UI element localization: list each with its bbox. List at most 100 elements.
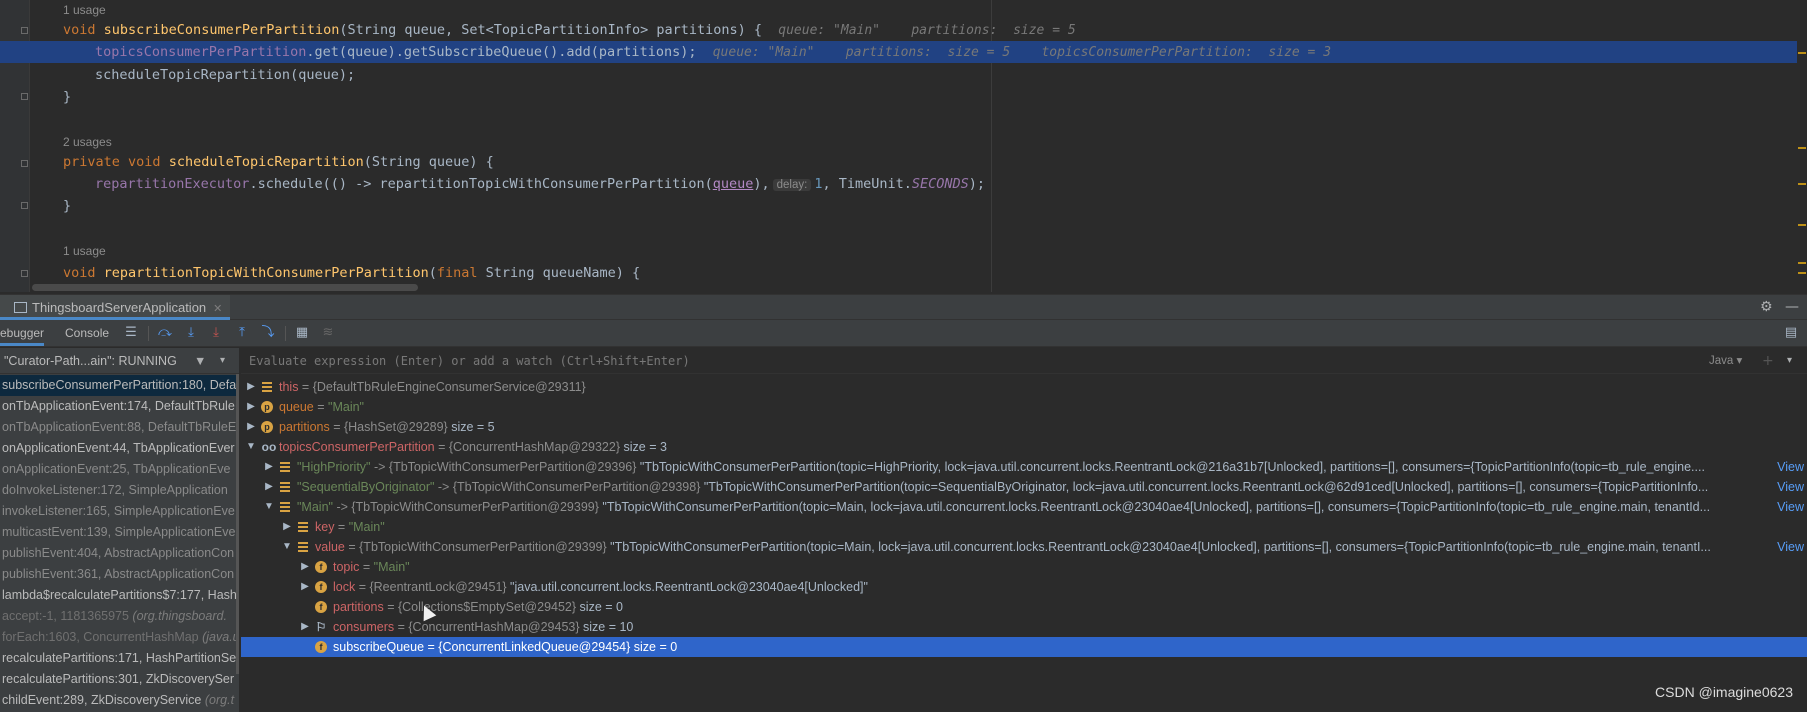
horizontal-scrollbar[interactable] — [32, 284, 418, 291]
view-link[interactable]: View — [1773, 457, 1807, 477]
step-into-icon[interactable]: ⤓ — [182, 324, 200, 342]
variable-node[interactable]: ▶ p partitions = {HashSet@29289} size = 5 — [241, 417, 1807, 437]
variable-text: consumers = {ConcurrentHashMap@29453} si… — [333, 617, 633, 637]
code-editor[interactable]: 1 usage void subscribeConsumerPerPartiti… — [0, 0, 1807, 292]
view-link[interactable]: View — [1773, 497, 1807, 517]
warning-marker[interactable] — [1798, 272, 1806, 274]
tab-debugger[interactable]: ebugger — [0, 320, 45, 346]
usage-hint[interactable]: 1 usage — [63, 1, 106, 19]
stack-frame[interactable]: onApplicationEvent:44, TbApplicationEver — [0, 438, 239, 459]
run-to-cursor-icon[interactable]: ⤵ — [259, 324, 277, 342]
collapse-arrow-icon[interactable]: ▼ — [281, 537, 293, 557]
variable-node[interactable]: ▼ value = {TbTopicWithConsumerPerPartitio… — [241, 537, 1807, 557]
expand-arrow-icon[interactable]: ▶ — [281, 517, 293, 537]
frame-label: childEvent:289, ZkDiscoveryService — [2, 693, 202, 707]
close-icon[interactable]: ✕ — [213, 303, 222, 315]
variable-node[interactable]: f subscribeQueue = {ConcurrentLinkedQueue… — [241, 637, 1807, 657]
code-line[interactable]: repartitionExecutor.schedule(() -> repar… — [0, 173, 1797, 195]
stack-frame[interactable]: forEach:1603, ConcurrentHashMap (java.u — [0, 627, 239, 648]
object-icon — [279, 501, 291, 513]
expand-arrow-icon[interactable]: ▶ — [263, 457, 275, 477]
frames-scrollbar[interactable] — [236, 374, 239, 674]
variable-node[interactable]: ▶ ⚐ consumers = {ConcurrentHashMap@29453} … — [241, 617, 1807, 637]
code-line[interactable]: void repartitionTopicWithConsumerPerPart… — [0, 262, 1797, 284]
filter-icon[interactable]: ▼ — [194, 348, 206, 374]
expand-arrow-icon[interactable]: ▶ — [299, 577, 311, 597]
variables-panel[interactable]: Evaluate expression (Enter) or add a wat… — [241, 348, 1807, 712]
collapse-arrow-icon[interactable]: ▼ — [245, 437, 257, 457]
evaluate-bar[interactable]: Evaluate expression (Enter) or add a wat… — [241, 348, 1807, 374]
stack-frame[interactable]: onTbApplicationEvent:174, DefaultTbRule — [0, 396, 239, 417]
expand-arrow-icon[interactable]: ▶ — [263, 477, 275, 497]
warning-marker[interactable] — [1798, 262, 1806, 264]
evaluate-input[interactable]: Evaluate expression (Enter) or add a wat… — [249, 348, 690, 374]
variable-node[interactable]: ▶ key = "Main" — [241, 517, 1807, 537]
warning-marker[interactable] — [1798, 183, 1806, 185]
variable-name: topic — [333, 560, 360, 574]
menu-icon[interactable]: ☰ — [122, 324, 140, 342]
variable-node[interactable]: ▶ "SequentialByOriginator" -> {TbTopicWit… — [241, 477, 1807, 497]
stack-frame[interactable]: doInvokeListener:172, SimpleApplication — [0, 480, 239, 501]
usage-hint[interactable]: 1 usage — [63, 242, 106, 260]
tab-console[interactable]: Console — [65, 320, 109, 346]
stack-frame[interactable]: subscribeConsumerPerPartition:180, Defa — [0, 375, 239, 396]
gear-icon[interactable]: ⚙ — [1760, 295, 1773, 320]
expand-arrow-icon[interactable]: ▶ — [245, 417, 257, 437]
language-selector[interactable]: Java ▾ — [1709, 348, 1742, 374]
thread-selector[interactable]: "Curator-Path...ain": RUNNING ▼ ▾ — [0, 348, 239, 374]
variable-node[interactable]: ▶ f topic = "Main" — [241, 557, 1807, 577]
code-line[interactable]: } — [0, 195, 1797, 217]
usage-hint[interactable]: 2 usages — [63, 133, 112, 151]
tab-run-configuration[interactable]: ThingsboardServerApplication ✕ — [0, 295, 231, 320]
stack-frame[interactable]: invokeListener:165, SimpleApplicationEve — [0, 501, 239, 522]
code-line[interactable]: scheduleTopicRepartition(queue); — [0, 64, 1797, 86]
stack-frame[interactable]: childEvent:289, ZkDiscoveryService (org.… — [0, 690, 239, 711]
frames-panel[interactable]: "Curator-Path...ain": RUNNING ▼ ▾ subscr… — [0, 348, 240, 712]
warning-marker[interactable] — [1798, 224, 1806, 226]
stack-frame[interactable]: recalculatePartitions:171, HashPartition… — [0, 648, 239, 669]
current-execution-line[interactable]: topicsConsumerPerPartition.get(queue).ge… — [0, 41, 1797, 63]
stack-frame[interactable]: multicastEvent:139, SimpleApplicationEve — [0, 522, 239, 543]
view-link[interactable]: View — [1773, 537, 1807, 557]
stack-frame[interactable]: onTbApplicationEvent:88, DefaultTbRuleE — [0, 417, 239, 438]
code-line[interactable]: void subscribeConsumerPerPartition(Strin… — [0, 19, 1797, 41]
stack-frame[interactable]: recalculatePartitions:301, ZkDiscoverySe… — [0, 669, 239, 690]
code-line[interactable]: } — [0, 86, 1797, 108]
variable-node[interactable]: f partitions = {Collections$EmptySet@2945… — [241, 597, 1807, 617]
warning-marker[interactable] — [1798, 52, 1806, 54]
tab-title: ThingsboardServerApplication — [32, 300, 207, 315]
step-over-icon[interactable]: ⤼ — [156, 324, 174, 342]
trace-icon[interactable]: ≋ — [319, 324, 337, 342]
expand-arrow-icon[interactable]: ▶ — [245, 377, 257, 397]
evaluate-icon[interactable]: ▦ — [293, 324, 311, 342]
stack-frame[interactable]: onApplicationEvent:25, TbApplicationEve — [0, 459, 239, 480]
variable-node[interactable]: ▶ "HighPriority" -> {TbTopicWithConsumerP… — [241, 457, 1807, 477]
stack-frame[interactable]: publishEvent:361, AbstractApplicationCon — [0, 564, 239, 585]
chevron-down-icon[interactable]: ▾ — [220, 348, 225, 374]
variable-node[interactable]: ▼ "Main" -> {TbTopicWithConsumerPerPartit… — [241, 497, 1807, 517]
chevron-down-icon[interactable]: ▾ — [1787, 348, 1792, 374]
view-link[interactable]: View — [1773, 477, 1807, 497]
minimize-icon[interactable]: — — [1785, 295, 1799, 320]
error-stripe[interactable] — [1797, 0, 1807, 292]
variable-text: queue = "Main" — [279, 397, 364, 417]
stack-frame[interactable]: accept:-1, 1181365975 (org.thingsboard. — [0, 606, 239, 627]
collapse-arrow-icon[interactable]: ▼ — [263, 497, 275, 517]
warning-marker[interactable] — [1798, 147, 1806, 149]
variable-node[interactable]: ▶ this = {DefaultTbRuleEngineConsumerServ… — [241, 377, 1807, 397]
variable-name: "Main" — [297, 500, 333, 514]
expand-arrow-icon[interactable]: ▶ — [245, 397, 257, 417]
force-step-into-icon[interactable]: ⤓ — [207, 324, 225, 342]
keyword: void — [63, 265, 96, 281]
variable-node[interactable]: ▶ p queue = "Main" — [241, 397, 1807, 417]
stack-frame[interactable]: lambda$recalculatePartitions$7:177, Hash — [0, 585, 239, 606]
layout-icon[interactable]: ▤ — [1782, 324, 1800, 342]
add-watch-icon[interactable]: + — [1762, 348, 1774, 374]
step-out-icon[interactable]: ⤒ — [233, 324, 251, 342]
stack-frame[interactable]: publishEvent:404, AbstractApplicationCon — [0, 543, 239, 564]
variable-node[interactable]: ▶ f lock = {ReentrantLock@29451} "java.uti… — [241, 577, 1807, 597]
variable-node[interactable]: ▼ oo topicsConsumerPerPartition = {Concurr… — [241, 437, 1807, 457]
expand-arrow-icon[interactable]: ▶ — [299, 617, 311, 637]
expand-arrow-icon[interactable]: ▶ — [299, 557, 311, 577]
code-line[interactable]: private void scheduleTopicRepartition(St… — [0, 151, 1797, 173]
